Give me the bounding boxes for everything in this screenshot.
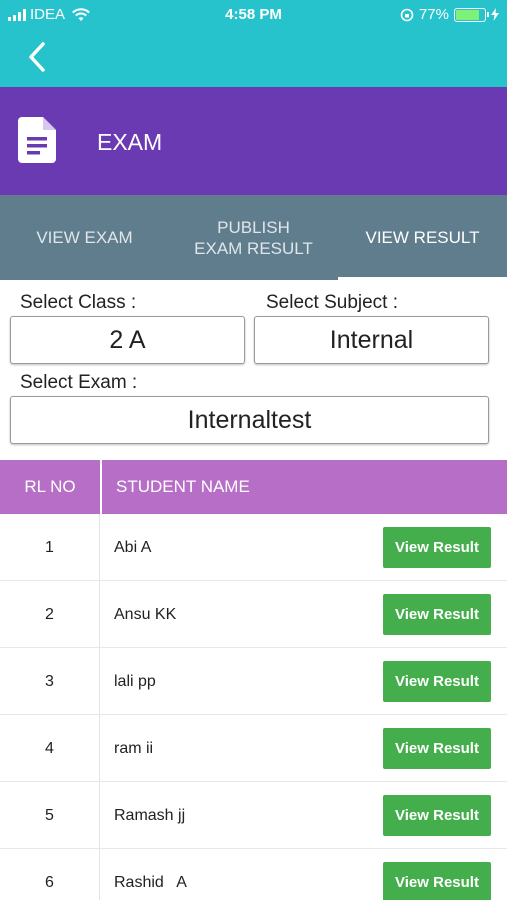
nav-bar <box>0 30 507 87</box>
roll-number: 2 <box>45 605 54 623</box>
column-divider <box>100 460 102 514</box>
charging-icon <box>491 8 499 21</box>
tab-view-result[interactable]: VIEW RESULT <box>338 195 507 280</box>
table-row: 6 Rashid A View Result <box>0 849 507 900</box>
roll-number: 4 <box>45 739 54 757</box>
table-row: 3 lali pp View Result <box>0 648 507 715</box>
student-name: lali pp <box>114 672 156 690</box>
back-button[interactable] <box>24 40 54 74</box>
student-name: Ansu KK <box>114 605 177 623</box>
column-header-rl-no: RL NO <box>24 477 76 496</box>
select-subject-label: Select Subject : <box>266 292 399 313</box>
table-row: 1 Abi A View Result <box>0 514 507 581</box>
roll-number: 5 <box>45 806 54 824</box>
status-right: 77% <box>400 6 499 23</box>
class-select[interactable]: 2 A <box>10 316 245 364</box>
orientation-lock-icon <box>400 8 414 21</box>
view-result-button[interactable]: View Result <box>383 795 491 836</box>
view-result-button[interactable]: View Result <box>383 594 491 635</box>
roll-number: 3 <box>45 672 54 690</box>
select-class-label: Select Class : <box>20 292 137 313</box>
tab-label: PUBLISH EXAM RESULT <box>194 217 313 258</box>
page-title: EXAM <box>97 129 163 155</box>
page-header: EXAM <box>0 87 507 195</box>
status-bar: IDEA 4:58 PM 77% <box>0 0 507 30</box>
tab-label: VIEW EXAM <box>36 228 133 247</box>
view-result-button[interactable]: View Result <box>383 862 491 900</box>
select-exam-label: Select Exam : <box>20 372 138 393</box>
student-name: Abi A <box>114 538 152 556</box>
table-row: 2 Ansu KK View Result <box>0 581 507 648</box>
table-row: 4 ram ii View Result <box>0 715 507 782</box>
student-name: Rashid A <box>114 873 187 891</box>
exam-select[interactable]: Internaltest <box>10 396 489 444</box>
student-name: Ramash jj <box>114 806 186 824</box>
tab-publish-exam-result[interactable]: PUBLISH EXAM RESULT <box>169 195 338 280</box>
view-result-button[interactable]: View Result <box>383 527 491 568</box>
student-list[interactable]: 1 Abi A View Result 2 Ansu KK View Resul… <box>0 514 507 900</box>
table-row: 5 Ramash jj View Result <box>0 782 507 849</box>
tab-bar: VIEW EXAM PUBLISH EXAM RESULT VIEW RESUL… <box>0 195 507 280</box>
roll-number: 1 <box>45 538 54 556</box>
tab-label: VIEW RESULT <box>365 228 480 247</box>
battery-percent: 77% <box>418 6 449 23</box>
chevron-left-icon <box>29 42 45 72</box>
tab-view-exam[interactable]: VIEW EXAM <box>0 195 169 280</box>
document-icon <box>18 117 56 163</box>
battery-icon <box>454 7 489 22</box>
view-result-button[interactable]: View Result <box>383 728 491 769</box>
column-header-student-name: STUDENT NAME <box>116 477 250 496</box>
student-name: ram ii <box>114 739 154 757</box>
roll-number: 6 <box>45 873 54 891</box>
subject-select[interactable]: Internal <box>254 316 489 364</box>
view-result-button[interactable]: View Result <box>383 661 491 702</box>
table-header: RL NO STUDENT NAME <box>0 460 507 514</box>
